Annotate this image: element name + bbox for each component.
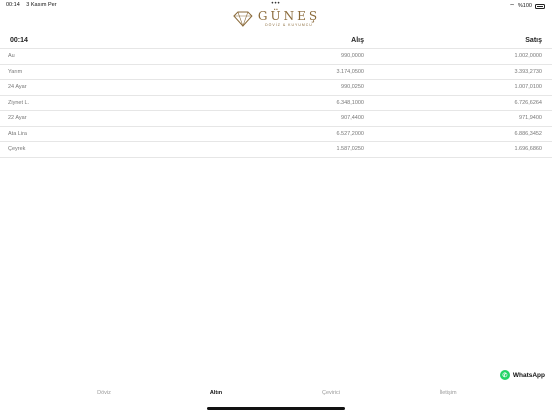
row-buy-price: 3.174,0500 (336, 68, 364, 75)
tab-cevirici[interactable]: Çevirici (322, 390, 340, 396)
price-table: Au 990,0000 1.002,0000 Yarım 3.174,0500 … (0, 48, 552, 158)
table-row: Ziynet L. 6.348,1000 6.726,6264 (0, 94, 552, 111)
diamond-logo-icon (233, 11, 253, 27)
row-buy-price: 990,0000 (341, 53, 364, 59)
table-row: Ata Lira 6.527,2000 6.886,3452 (0, 125, 552, 142)
row-sell-price: 1.007,0100 (514, 84, 542, 90)
row-buy-price: 6.348,1000 (336, 99, 364, 106)
row-name: 24 Ayar (8, 84, 27, 90)
battery-icon (535, 3, 545, 9)
table-row: Yarım 3.174,0500 3.393,2730 (0, 63, 552, 80)
logo-name: GÜNEŞ (257, 9, 321, 23)
update-time: 00:14 (10, 37, 28, 44)
sell-column-header: Satış (525, 37, 542, 44)
logo-tagline: DÖVİZ & KUYUMCU (265, 23, 313, 27)
whatsapp-label: WhatsApp (512, 371, 545, 379)
row-name: Au (8, 53, 15, 59)
row-name: Ata Lira (8, 130, 27, 137)
row-sell-price: 971,9400 (519, 115, 542, 121)
row-sell-price: 3.393,2730 (514, 68, 542, 75)
row-buy-price: 990,0250 (341, 84, 364, 90)
table-row: 22 Ayar 907,4400 971,9400 (0, 110, 552, 126)
battery-percent: %100 (517, 3, 532, 9)
tab-bar: Döviz Altın Çevirici İletişim (0, 388, 552, 402)
multitasking-dots-icon[interactable]: ••• (271, 1, 280, 7)
row-sell-price: 6.726,6264 (514, 99, 542, 106)
whatsapp-icon: ✆ (499, 370, 510, 380)
row-name: 22 Ayar (8, 115, 27, 121)
tab-doviz[interactable]: Döviz (97, 390, 111, 396)
row-buy-price: 1.587,0250 (336, 146, 364, 152)
row-name: Ziynet L. (8, 99, 30, 106)
status-date: 3 Kasım Per (26, 2, 57, 8)
table-row: Au 990,0000 1.002,0000 (0, 48, 552, 64)
tab-altin[interactable]: Altın (210, 390, 222, 396)
table-row: 24 Ayar 990,0250 1.007,0100 (0, 79, 552, 95)
row-name: Çeyrek (8, 146, 26, 152)
brand-logo: GÜNEŞ DÖVİZ & KUYUMCU (232, 10, 320, 27)
whatsapp-button[interactable]: ✆ WhatsApp (499, 370, 545, 380)
wifi-icon: ⌔ (509, 4, 515, 10)
status-time: 00:14 (6, 2, 20, 8)
row-sell-price: 6.886,3452 (514, 130, 542, 137)
table-row: Çeyrek 1.587,0250 1.696,6860 (0, 141, 552, 158)
row-sell-price: 1.696,6860 (514, 146, 542, 152)
row-name: Yarım (8, 68, 23, 75)
row-buy-price: 6.527,2000 (336, 130, 364, 137)
row-buy-price: 907,4400 (341, 115, 364, 121)
tab-iletisim[interactable]: İletişim (439, 390, 456, 396)
table-header: 00:14 Alış Satış (0, 35, 552, 47)
buy-column-header: Alış (351, 37, 364, 44)
row-sell-price: 1.002,0000 (514, 53, 542, 59)
home-indicator[interactable] (207, 407, 345, 410)
